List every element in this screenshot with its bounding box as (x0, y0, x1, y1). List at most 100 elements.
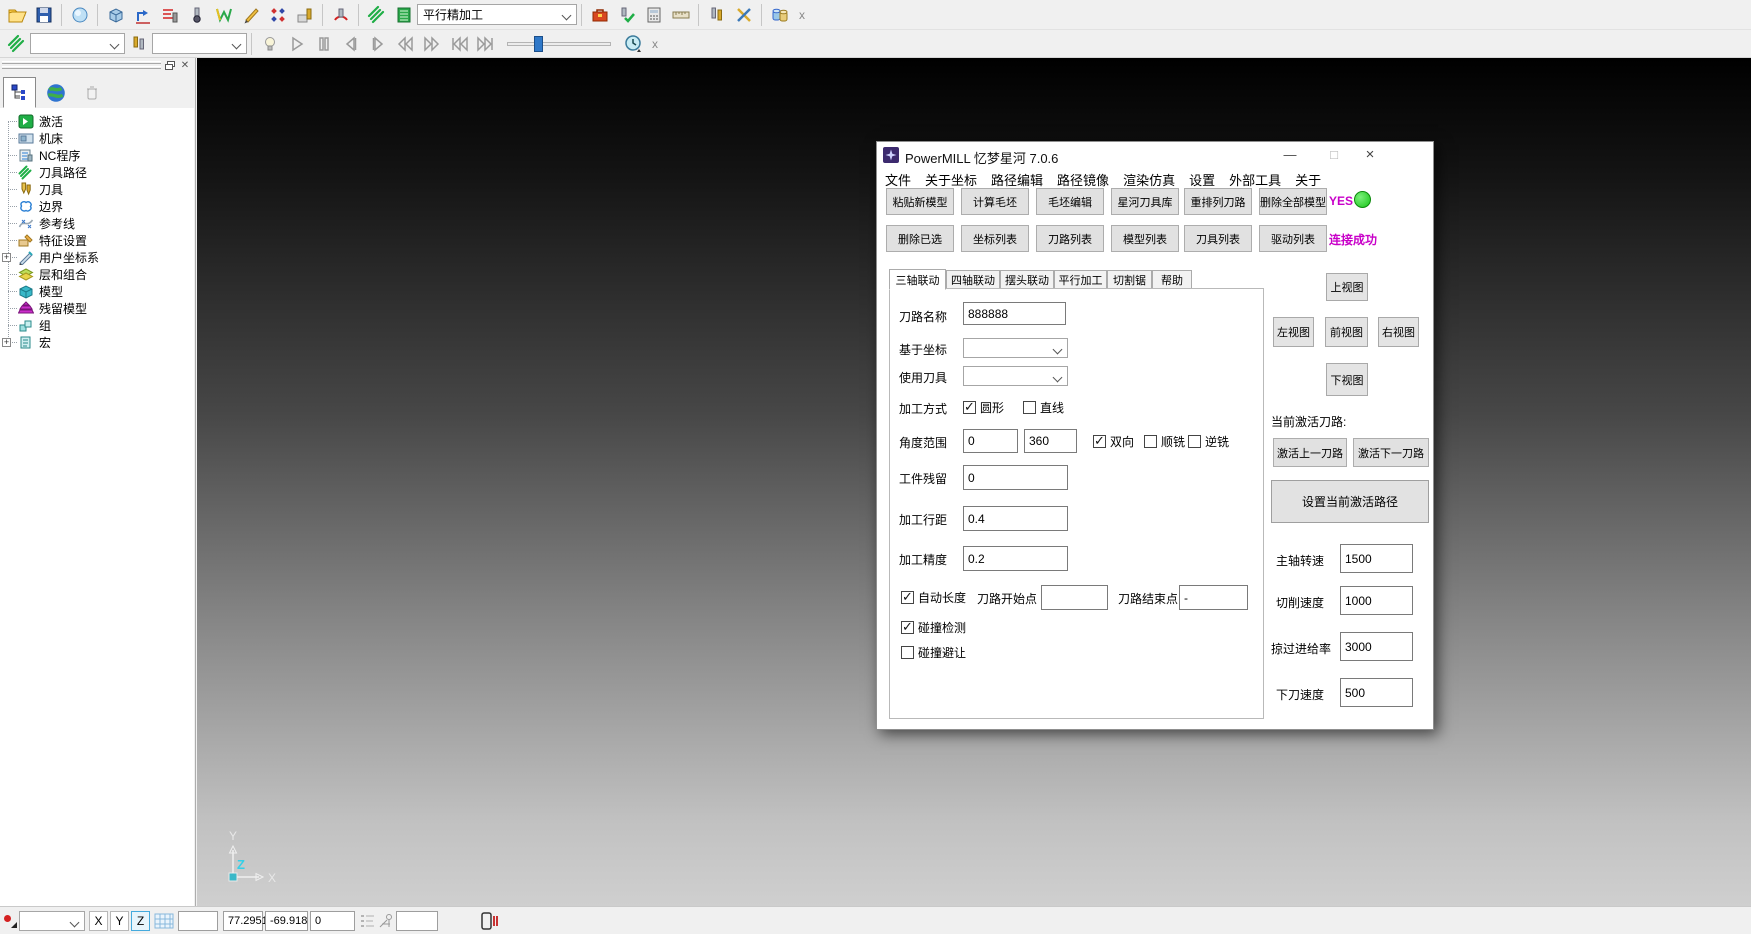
skip-end-icon[interactable] (472, 32, 499, 56)
paste-new-model-button[interactable]: 粘贴新模型 (886, 188, 954, 215)
checkbox-checked-icon[interactable] (963, 401, 976, 414)
collision-avoid-checkbox[interactable]: 碰撞避让 (901, 644, 966, 661)
cursor-x-field[interactable]: 77.2951 (223, 911, 263, 931)
view-top-button[interactable]: 上视图 (1326, 273, 1368, 301)
tree-item-tools[interactable]: 刀具 (18, 181, 194, 198)
tab-3axis[interactable]: 三轴联动 (889, 269, 946, 290)
points-icon[interactable] (264, 3, 291, 27)
toolbox-icon[interactable] (586, 3, 613, 27)
fast-forward-icon[interactable] (418, 32, 445, 56)
panel-drag-grip[interactable]: ✕ (0, 58, 195, 74)
statusbar-dropdown[interactable] (19, 911, 85, 931)
block-icon[interactable] (102, 3, 129, 27)
checkbox-unchecked-icon[interactable] (1188, 435, 1201, 448)
cross-tool-icon[interactable] (730, 3, 757, 27)
set-active-path-button[interactable]: 设置当前激活路径 (1271, 480, 1429, 523)
tab-explorer-tree[interactable] (3, 77, 36, 108)
start-point-input[interactable] (1041, 585, 1108, 610)
cylinders-icon[interactable] (766, 3, 793, 27)
menu-external-tools[interactable]: 外部工具 (1227, 169, 1283, 190)
tab-saw[interactable]: 切割锯 (1107, 270, 1152, 289)
tree-item-levels[interactable]: 层和组合 (18, 266, 194, 283)
tab-4axis[interactable]: 四轴联动 (946, 270, 1000, 289)
stock-allowance-input[interactable] (963, 465, 1068, 490)
model-list-button[interactable]: 模型列表 (1111, 225, 1179, 252)
feature-set-icon[interactable] (291, 3, 318, 27)
toolpath-arrow-icon[interactable] (129, 3, 156, 27)
cutting-speed-input[interactable] (1340, 586, 1413, 615)
view-front-button[interactable]: 前视图 (1325, 317, 1368, 347)
checkbox-checked-icon[interactable] (901, 621, 914, 634)
pattern-icon[interactable] (237, 3, 264, 27)
statusbar-info-field[interactable] (396, 911, 438, 931)
toolpath-dropdown[interactable] (30, 33, 125, 54)
record-indicator-icon[interactable] (2, 911, 17, 930)
bidirectional-checkbox[interactable]: 双向 (1093, 433, 1134, 450)
tree-item-groups[interactable]: 组 (18, 317, 194, 334)
toolbar-close-icon[interactable]: x (793, 8, 811, 22)
checkbox-unchecked-icon[interactable] (1144, 435, 1157, 448)
delete-all-models-button[interactable]: 删除全部模型 (1259, 188, 1327, 215)
rewind-icon[interactable] (391, 32, 418, 56)
skip-start-icon[interactable] (445, 32, 472, 56)
view-left-button[interactable]: 左视图 (1273, 317, 1314, 347)
clipboard-pause-icon[interactable] (478, 911, 500, 931)
climb-mill-checkbox[interactable]: 顺铣 (1144, 433, 1185, 450)
tab-explorer-web[interactable] (39, 77, 72, 108)
menu-about[interactable]: 关于 (1293, 169, 1323, 190)
tree-item-workplanes[interactable]: + 用户坐标系 (18, 249, 194, 266)
tolerance-input[interactable] (963, 546, 1068, 571)
skim-feed-input[interactable] (1340, 632, 1413, 661)
edit-stock-button[interactable]: 毛坯编辑 (1036, 188, 1104, 215)
angle-to-input[interactable] (1024, 429, 1077, 453)
cursor-z-field[interactable]: 0 (310, 911, 355, 931)
mode-line-checkbox[interactable]: 直线 (1023, 399, 1064, 416)
grid-snap-icon[interactable] (153, 911, 175, 931)
collision-check-checkbox[interactable]: 碰撞检测 (901, 619, 966, 636)
spindle-speed-input[interactable] (1340, 544, 1413, 573)
collision-tool-icon[interactable] (327, 3, 354, 27)
grid-size-field[interactable] (178, 911, 218, 931)
viewport-3d[interactable]: Y X Z PowerMILL 忆梦星河 7.0.6 — □ × 文件 关于坐标… (197, 58, 1751, 906)
rearrange-toolpaths-button[interactable]: 重排列刀路 (1184, 188, 1252, 215)
stepover-input[interactable] (963, 506, 1068, 531)
checkbox-unchecked-icon[interactable] (1023, 401, 1036, 414)
speed-slider-handle[interactable] (534, 36, 543, 52)
calculator-icon[interactable] (640, 3, 667, 27)
toolpath-name-input[interactable] (963, 302, 1066, 325)
axis-y-button[interactable]: Y (110, 911, 129, 931)
position-probe-icon[interactable] (377, 912, 395, 930)
tool-check-icon[interactable] (613, 3, 640, 27)
tree-item-patterns[interactable]: 参考线 (18, 215, 194, 232)
step-forward-icon[interactable] (364, 32, 391, 56)
delete-selected-button[interactable]: 删除已选 (886, 225, 954, 252)
open-file-icon[interactable] (3, 3, 30, 27)
shaded-view-icon[interactable] (66, 3, 93, 27)
view-bottom-button[interactable]: 下视图 (1326, 363, 1368, 396)
menu-coords[interactable]: 关于坐标 (923, 169, 979, 190)
toolpath-list-button[interactable]: 刀路列表 (1036, 225, 1104, 252)
tool-list-button[interactable]: 刀具列表 (1184, 225, 1252, 252)
tool-icon[interactable] (183, 3, 210, 27)
maximize-button[interactable]: □ (1323, 146, 1345, 164)
tree-item-toolpaths[interactable]: 刀具路径 (18, 164, 194, 181)
strategy-list-icon[interactable] (390, 3, 417, 27)
nc-program-icon[interactable] (156, 3, 183, 27)
tree-item-machine[interactable]: 机床 (18, 130, 194, 147)
tab-head-tilt[interactable]: 摆头联动 (1000, 270, 1054, 289)
tree-item-feature-sets[interactable]: 特征设置 (18, 232, 194, 249)
powermill-icon[interactable] (363, 3, 390, 27)
checkbox-checked-icon[interactable] (901, 591, 914, 604)
tool-library-button[interactable]: 星河刀具库 (1111, 188, 1179, 215)
save-icon[interactable] (30, 3, 57, 27)
panel-float-icon[interactable] (163, 59, 177, 72)
ruler-icon[interactable] (667, 3, 694, 27)
cursor-y-field[interactable]: -69.918 (265, 911, 308, 931)
checkbox-checked-icon[interactable] (1093, 435, 1106, 448)
coord-list-icon[interactable] (359, 912, 377, 930)
clock-icon[interactable] (619, 32, 646, 56)
tree-item-activate[interactable]: 激活 (18, 113, 194, 130)
menu-settings[interactable]: 设置 (1187, 169, 1217, 190)
lightbulb-icon[interactable] (256, 32, 283, 56)
speed-slider[interactable] (507, 42, 611, 46)
